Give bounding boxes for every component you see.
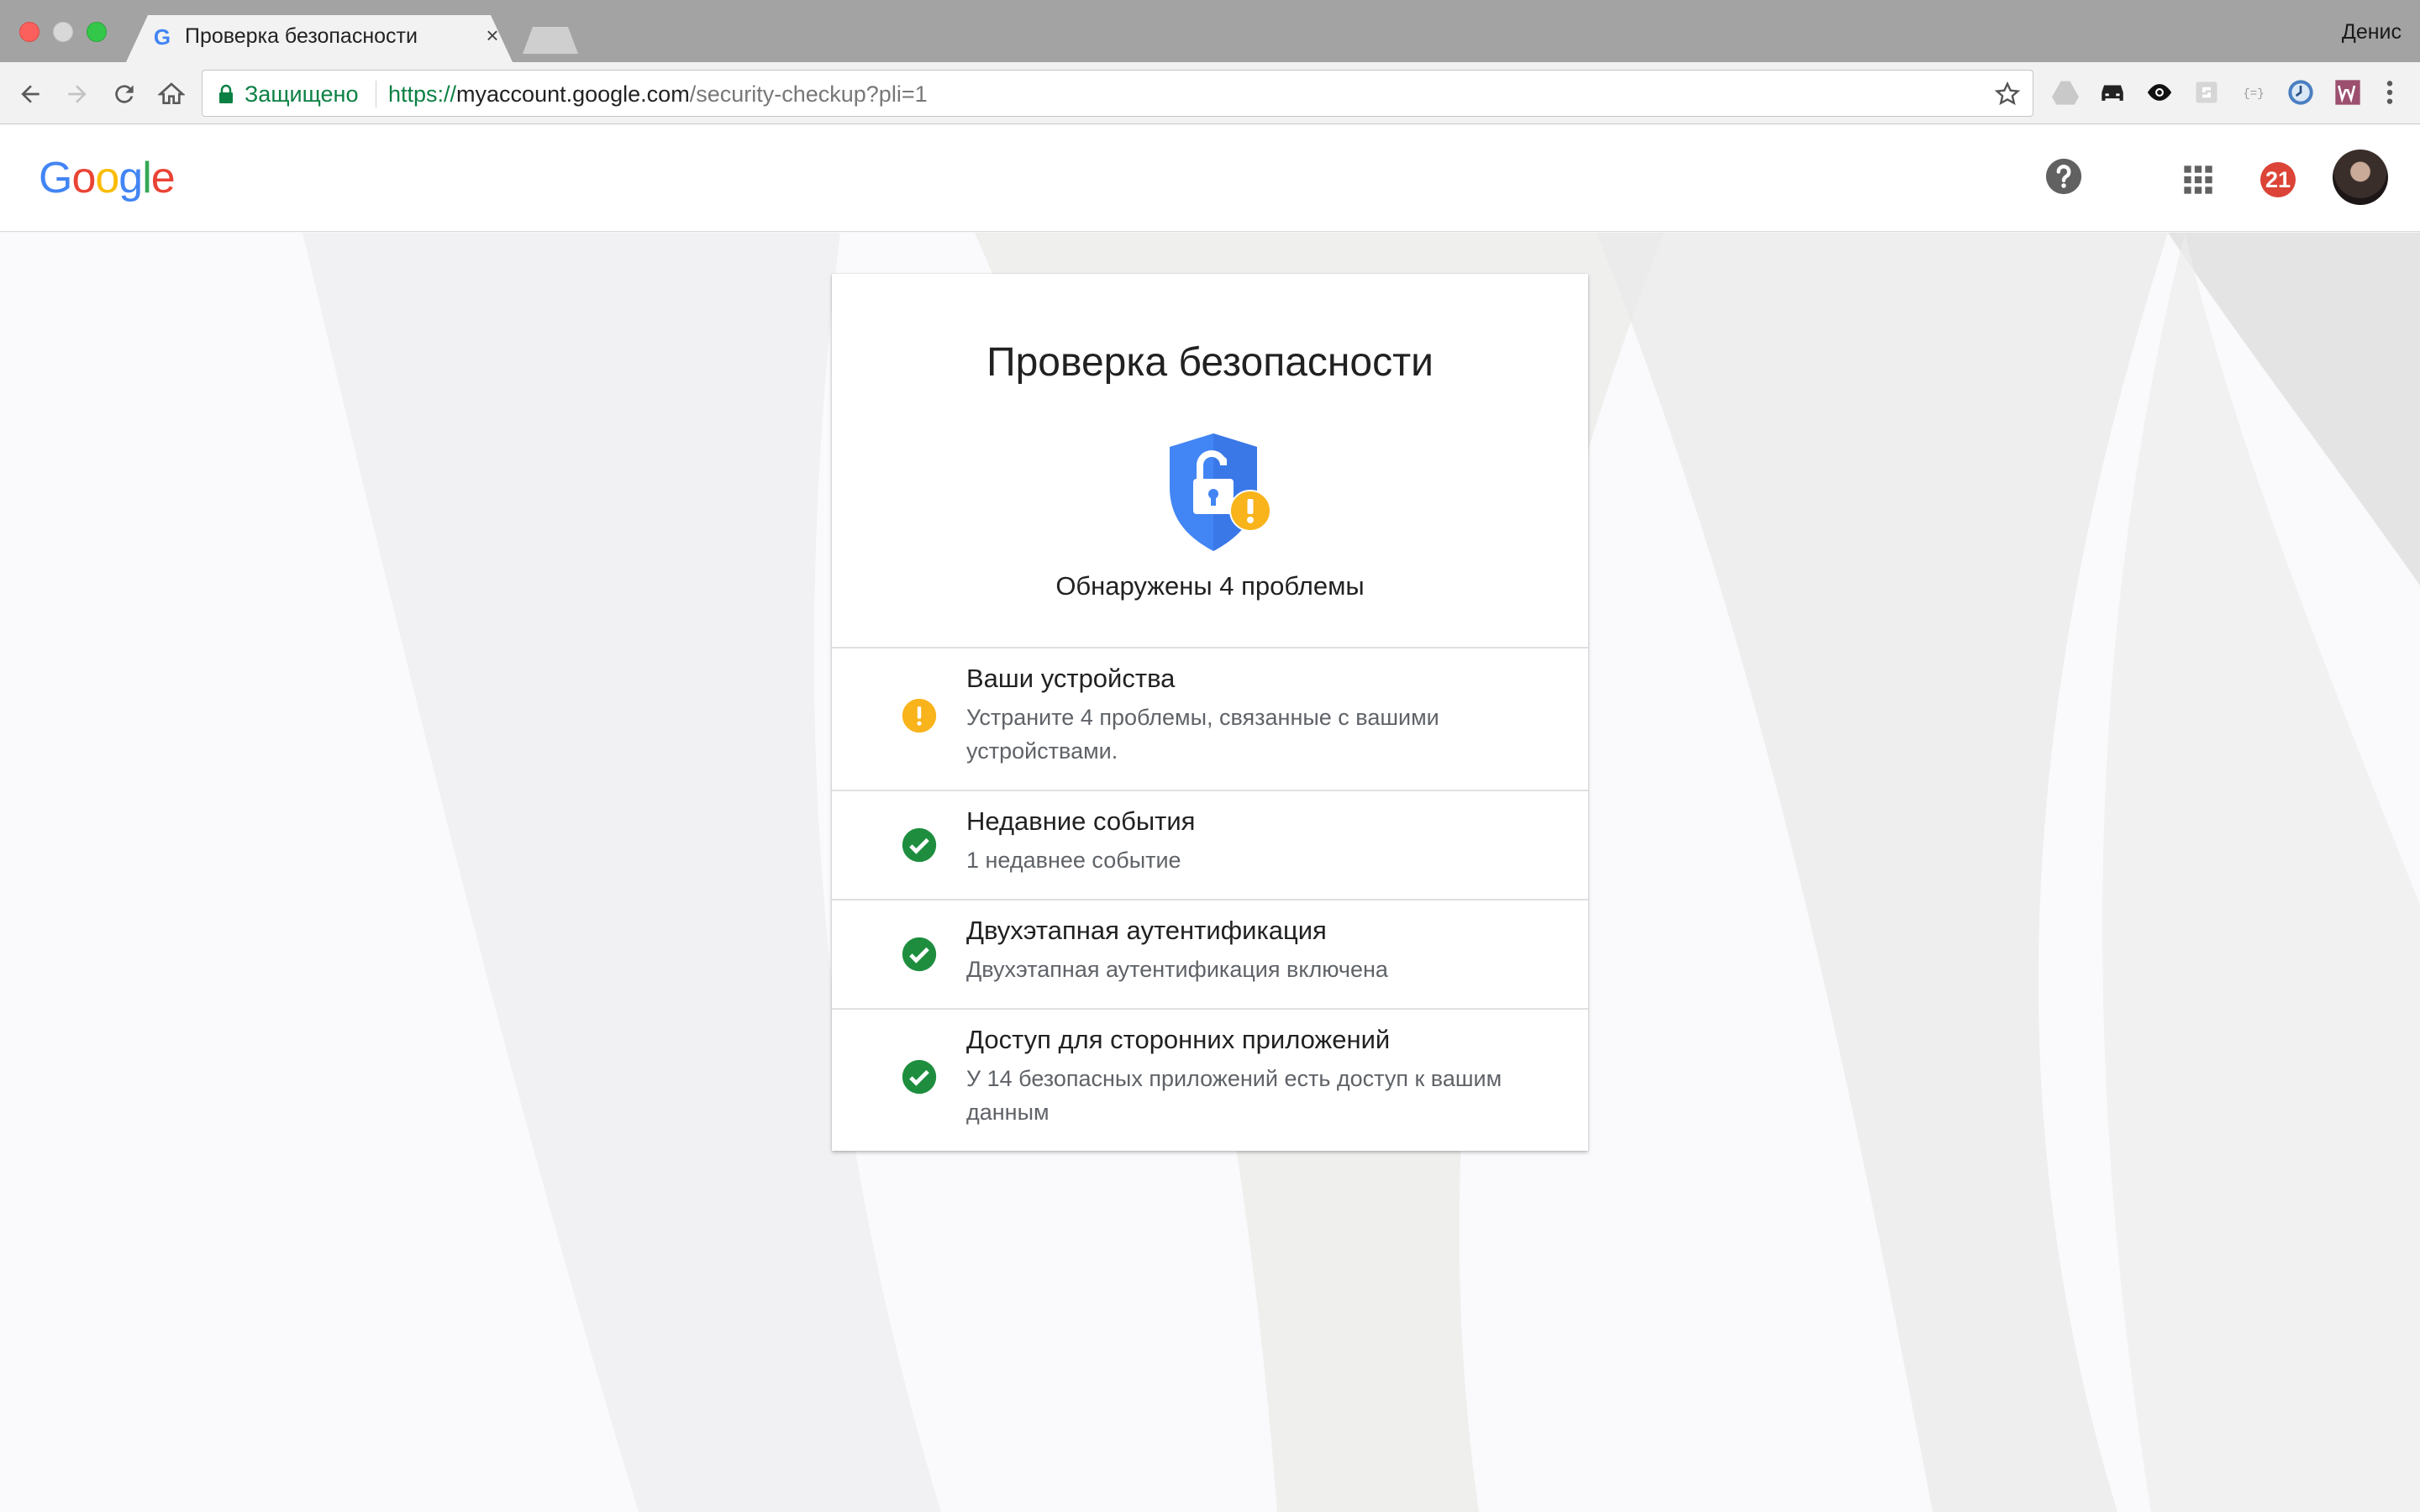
issues-summary: Обнаружены 4 проблемы	[1055, 571, 1365, 601]
security-checkup-card: Проверка безопасности Обнаружены 4 пробл…	[832, 274, 1588, 1151]
lock-icon	[219, 84, 233, 103]
logo-letter: e	[150, 154, 176, 202]
item-description: Устраните 4 проблемы, связанные с вашими…	[966, 705, 1439, 764]
item-title: Двухэтапная аутентификация	[966, 916, 1327, 945]
tab-close-icon[interactable]: ×	[481, 24, 504, 47]
home-icon	[158, 82, 185, 104]
address-bar[interactable]: Защищено https://myaccount.google.com/se…	[202, 70, 2033, 117]
google-favicon-icon: G	[153, 24, 171, 50]
maximize-window-button[interactable]	[87, 22, 107, 42]
list-item-two-step[interactable]: Двухэтапная аутентификация Двухэтапная а…	[832, 900, 1588, 1008]
eye-extension-icon[interactable]	[2144, 77, 2175, 108]
item-description: 1 недавнее событие	[966, 848, 1181, 873]
chrome-menu-button[interactable]	[2375, 77, 2405, 108]
minimize-window-button[interactable]	[53, 22, 73, 42]
logo-letter: l	[142, 154, 152, 202]
profile-name[interactable]: Денис	[2342, 20, 2402, 45]
url-text: https://myaccount.google.com/security-ch…	[388, 81, 928, 108]
apps-grid-icon[interactable]	[2181, 163, 2215, 197]
grey-extension-icon[interactable]	[2191, 77, 2222, 108]
arrow-right-icon	[68, 85, 87, 103]
list-item-third-party-access[interactable]: Доступ для сторонних приложений У 14 без…	[832, 1010, 1588, 1151]
tab-title: Проверка безопасности	[185, 24, 418, 48]
drive-extension-icon[interactable]	[2050, 77, 2081, 108]
logo-letter: o	[95, 154, 119, 202]
notification-badge[interactable]: 21	[2260, 162, 2296, 197]
url-host: myaccount.google.com	[456, 81, 690, 107]
check-icon	[902, 1059, 937, 1095]
tab-strip: G Проверка безопасности × Денис	[0, 0, 2420, 62]
new-tab-button[interactable]	[523, 27, 578, 54]
svg-text:{=}: {=}	[2243, 87, 2264, 101]
logo-letter: o	[71, 154, 96, 202]
list-item-devices[interactable]: Ваши устройства Устраните 4 проблемы, св…	[832, 648, 1588, 790]
car-extension-icon[interactable]	[2097, 77, 2128, 108]
avatar[interactable]	[2333, 150, 2388, 205]
item-description: У 14 безопасных приложений есть доступ к…	[966, 1066, 1502, 1125]
url-path: /security-checkup?pli=1	[689, 81, 928, 107]
forward-button[interactable]	[60, 77, 94, 111]
url-scheme: https://	[388, 81, 457, 107]
w-extension-icon[interactable]	[2333, 77, 2363, 108]
item-title: Недавние события	[966, 806, 1196, 836]
back-button[interactable]	[13, 77, 47, 111]
item-description: Двухэтапная аутентификация включена	[966, 957, 1388, 982]
google-logo[interactable]: Google	[39, 153, 176, 203]
page-title: Проверка безопасности	[986, 340, 1434, 385]
reload-button[interactable]	[108, 77, 141, 111]
close-window-button[interactable]	[19, 22, 39, 42]
item-title: Доступ для сторонних приложений	[966, 1025, 1391, 1054]
warning-icon	[902, 698, 937, 733]
check-icon	[902, 937, 937, 972]
home-button[interactable]	[155, 77, 188, 111]
arrow-left-icon	[21, 85, 39, 103]
json-extension-icon[interactable]: {=}	[2238, 77, 2269, 108]
clock-extension-icon[interactable]	[2286, 77, 2316, 108]
shield-warning-icon	[1170, 433, 1271, 551]
reload-icon	[115, 85, 134, 103]
item-title: Ваши устройства	[966, 664, 1176, 693]
secure-label: Защищено	[245, 81, 359, 107]
logo-letter: g	[118, 154, 143, 202]
google-header: Google 21	[0, 124, 2420, 232]
list-item-recent-events[interactable]: Недавние события 1 недавнее событие	[832, 791, 1588, 899]
check-icon	[902, 827, 937, 863]
bookmark-star-icon[interactable]	[1994, 81, 2021, 108]
help-icon[interactable]	[2045, 158, 2082, 195]
logo-letter: G	[39, 154, 72, 202]
vertical-dots-icon	[2386, 81, 2393, 104]
